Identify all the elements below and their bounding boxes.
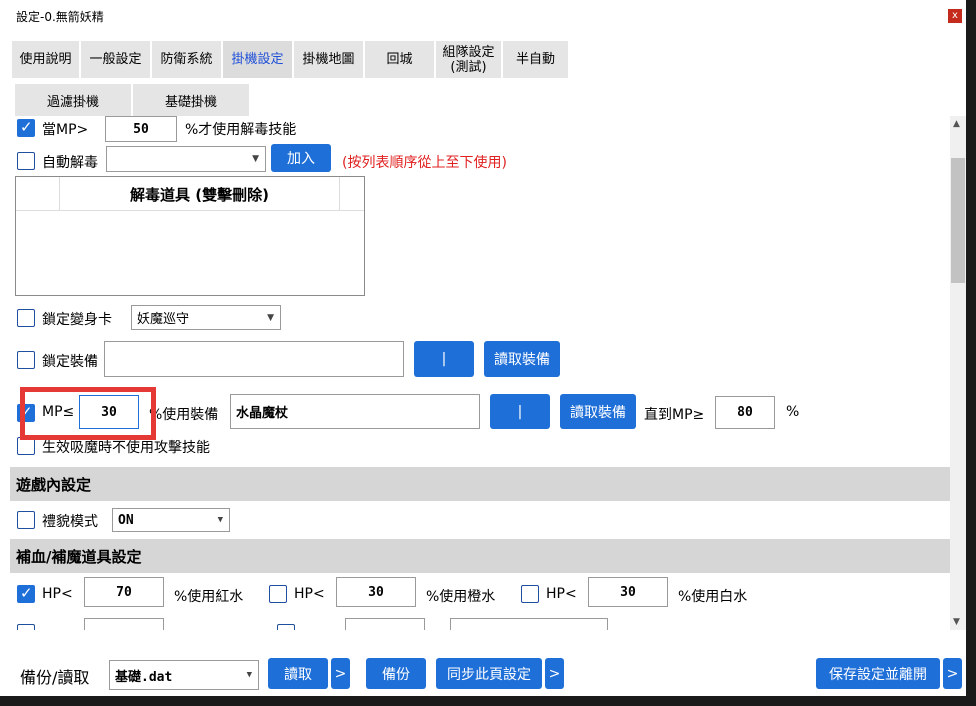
settings-window: 設定-0.無箭妖精 x 使用說明 一般設定 防衛系統 掛機設定 掛機地圖 回城 … [0,0,966,696]
chevron-down-icon: ▼ [267,312,274,323]
potion-red-suffix: %使用紅水 [174,589,244,605]
read-button[interactable]: 讀取 [268,658,328,689]
cure-mp-checkbox[interactable] [17,118,35,137]
potion-white-checkbox[interactable] [521,585,539,603]
lock-card-select-value: 妖魔巡守 [137,312,190,327]
list-header-cell [16,177,60,211]
auto-cure-checkbox[interactable] [17,152,35,170]
mp-equip-name[interactable]: 水晶魔杖 [230,394,480,429]
tab-afk-settings[interactable]: 掛機設定 [223,41,293,78]
scroll-down-icon[interactable]: ▼ [953,617,960,627]
potion-orange-input[interactable]: 30 [336,577,416,607]
until-mp-label: 直到MP≥ [644,407,705,423]
sync-more-button[interactable]: > [545,658,564,689]
close-button[interactable]: x [948,9,962,23]
read-more-button[interactable]: > [331,658,350,689]
list-header-title: 解毒道具 (雙擊刪除) [60,177,340,211]
chevron-down-icon: ▼ [217,515,223,525]
tab-semi-auto[interactable]: 半自動 [503,41,569,78]
tab-afk-map[interactable]: 掛機地圖 [294,41,364,78]
courtesy-select-value: ON [118,512,134,528]
potion-section-header: 補血/補魔道具設定 [10,539,950,573]
potion-orange-checkbox[interactable] [269,585,287,603]
until-mp-input[interactable]: 80 [715,396,775,429]
potion-row2b-input[interactable] [345,618,425,630]
cure-mp-suffix: %才使用解毒技能 [185,122,297,138]
settings-content: 當MP> 50 %才使用解毒技能 自動解毒 ▼ 加入 (按列表順序從上至下使用)… [10,116,950,630]
courtesy-checkbox[interactable] [17,511,35,529]
lock-card-label: 鎖定變身卡 [42,312,112,328]
lock-card-checkbox[interactable] [17,309,35,327]
bottom-bar: 備份/讀取 基礎.dat ▼ 讀取 > 備份 同步此頁設定 > 保存設定並離開 … [0,645,966,696]
window-title: 設定-0.無箭妖精 [16,10,104,24]
potion-row2-select[interactable] [450,618,608,630]
lock-card-select[interactable]: 妖魔巡守 ▼ [131,305,281,330]
backup-label: 備份/讀取 [20,668,90,687]
save-more-button[interactable]: > [943,658,962,689]
cure-mp-label: 當MP> [42,122,89,138]
tab-usage[interactable]: 使用說明 [12,41,80,78]
auto-cure-select[interactable]: ▼ [106,146,266,172]
potion-row2-input[interactable] [84,618,164,630]
lock-equip-pipe-button[interactable]: | [414,341,474,377]
add-button[interactable]: 加入 [271,144,331,172]
scroll-up-icon[interactable]: ▲ [953,119,960,129]
potion-white-label: HP< [546,586,577,602]
tab-return-town[interactable]: 回城 [365,41,435,78]
save-exit-button[interactable]: 保存設定並離開 [816,658,940,689]
backup-file-value: 基礎.dat [115,669,173,685]
scrollbar-thumb[interactable] [951,158,965,283]
backup-button[interactable]: 備份 [366,658,426,689]
auto-cure-label: 自動解毒 [42,155,98,171]
tab-defense[interactable]: 防衛系統 [152,41,222,78]
chevron-down-icon: ▼ [246,670,252,680]
potion-orange-label: HP< [294,586,325,602]
subtab-basic-afk[interactable]: 基礎掛機 [133,84,249,116]
potion-red-input[interactable]: 70 [84,577,164,607]
sync-button[interactable]: 同步此頁設定 [436,658,542,689]
lock-equip-label: 鎖定裝備 [42,354,98,370]
potion-red-label: HP< [42,586,73,602]
potion-row2b-checkbox[interactable] [277,624,295,630]
courtesy-label: 禮貌模式 [42,514,98,530]
mp-equip-read-button[interactable]: 讀取裝備 [560,394,636,429]
tab-general[interactable]: 一般設定 [81,41,151,78]
courtesy-select[interactable]: ON ▼ [112,508,230,532]
highlight-box [20,387,156,440]
lock-equip-input[interactable] [104,341,404,377]
cure-mp-input[interactable]: 50 [105,116,177,142]
lock-equip-read-button[interactable]: 讀取裝備 [484,341,560,377]
chevron-down-icon: ▼ [252,154,259,164]
tab-party[interactable]: 組隊設定 (測試) [436,41,502,78]
title-bar: 設定-0.無箭妖精 x [0,0,966,32]
potion-orange-suffix: %使用橙水 [426,589,496,605]
lock-equip-checkbox[interactable] [17,351,35,369]
potion-white-input[interactable]: 30 [588,577,668,607]
subtab-filter-afk[interactable]: 過濾掛機 [15,84,131,116]
mp-equip-suffix: %使用裝備 [149,407,219,423]
list-header: 解毒道具 (雙擊刪除) [16,177,364,211]
order-hint: (按列表順序從上至下使用) [342,155,507,171]
backup-file-select[interactable]: 基礎.dat ▼ [109,660,259,690]
scrollbar[interactable]: ▲ ▼ [950,116,966,630]
until-mp-percent: % [786,404,800,420]
game-section-header: 遊戲內設定 [10,467,950,501]
cure-item-list[interactable]: 解毒道具 (雙擊刪除) [15,176,365,296]
drain-label: 生效吸魔時不使用攻擊技能 [42,440,210,456]
potion-red-checkbox[interactable] [17,584,35,603]
mp-equip-pipe-button[interactable]: | [490,394,550,429]
potion-white-suffix: %使用白水 [678,589,748,605]
potion-row2-checkbox[interactable] [17,624,35,630]
